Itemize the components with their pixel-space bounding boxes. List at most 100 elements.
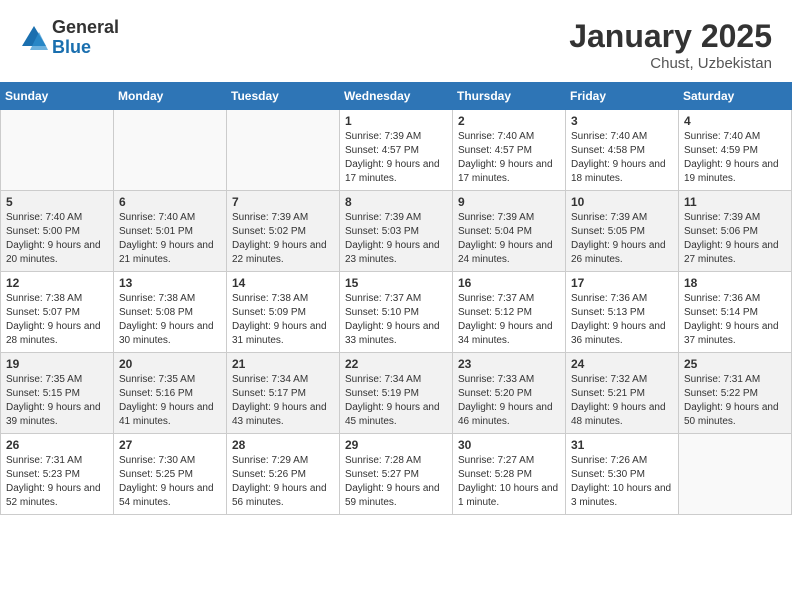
calendar-day-cell: 31 Sunrise: 7:26 AM Sunset: 5:30 PM Dayl… bbox=[566, 434, 679, 515]
sunset-label: Sunset: 5:30 PM bbox=[571, 469, 645, 480]
calendar-day-cell: 18 Sunrise: 7:36 AM Sunset: 5:14 PM Dayl… bbox=[679, 272, 792, 353]
sunset-label: Sunset: 4:57 PM bbox=[345, 145, 419, 156]
sunrise-label: Sunrise: 7:37 AM bbox=[345, 293, 421, 304]
day-number: 22 bbox=[345, 357, 447, 371]
calendar-day-cell: 26 Sunrise: 7:31 AM Sunset: 5:23 PM Dayl… bbox=[1, 434, 114, 515]
day-number: 13 bbox=[119, 276, 221, 290]
sunrise-label: Sunrise: 7:38 AM bbox=[119, 293, 195, 304]
calendar-day-cell: 19 Sunrise: 7:35 AM Sunset: 5:15 PM Dayl… bbox=[1, 353, 114, 434]
day-info: Sunrise: 7:39 AM Sunset: 5:05 PM Dayligh… bbox=[571, 211, 673, 267]
day-info: Sunrise: 7:34 AM Sunset: 5:19 PM Dayligh… bbox=[345, 373, 447, 429]
sunrise-label: Sunrise: 7:40 AM bbox=[6, 212, 82, 223]
calendar-day-cell: 4 Sunrise: 7:40 AM Sunset: 4:59 PM Dayli… bbox=[679, 110, 792, 191]
day-info: Sunrise: 7:36 AM Sunset: 5:13 PM Dayligh… bbox=[571, 292, 673, 348]
sunset-label: Sunset: 5:09 PM bbox=[232, 307, 306, 318]
sunrise-label: Sunrise: 7:39 AM bbox=[458, 212, 534, 223]
day-info: Sunrise: 7:39 AM Sunset: 5:03 PM Dayligh… bbox=[345, 211, 447, 267]
sunrise-label: Sunrise: 7:39 AM bbox=[345, 131, 421, 142]
calendar-day-cell: 17 Sunrise: 7:36 AM Sunset: 5:13 PM Dayl… bbox=[566, 272, 679, 353]
sunrise-label: Sunrise: 7:39 AM bbox=[684, 212, 760, 223]
daylight-label: Daylight: 9 hours and 28 minutes. bbox=[6, 321, 101, 346]
sunrise-label: Sunrise: 7:39 AM bbox=[232, 212, 308, 223]
day-info: Sunrise: 7:35 AM Sunset: 5:16 PM Dayligh… bbox=[119, 373, 221, 429]
day-number: 23 bbox=[458, 357, 560, 371]
day-number: 18 bbox=[684, 276, 786, 290]
sunset-label: Sunset: 5:19 PM bbox=[345, 388, 419, 399]
daylight-label: Daylight: 9 hours and 36 minutes. bbox=[571, 321, 666, 346]
daylight-label: Daylight: 9 hours and 52 minutes. bbox=[6, 483, 101, 508]
calendar-day-cell: 29 Sunrise: 7:28 AM Sunset: 5:27 PM Dayl… bbox=[340, 434, 453, 515]
calendar-day-cell: 7 Sunrise: 7:39 AM Sunset: 5:02 PM Dayli… bbox=[227, 191, 340, 272]
calendar-day-cell: 24 Sunrise: 7:32 AM Sunset: 5:21 PM Dayl… bbox=[566, 353, 679, 434]
calendar-day-cell: 28 Sunrise: 7:29 AM Sunset: 5:26 PM Dayl… bbox=[227, 434, 340, 515]
daylight-label: Daylight: 9 hours and 46 minutes. bbox=[458, 402, 553, 427]
logo-text: General Blue bbox=[52, 18, 119, 58]
daylight-label: Daylight: 9 hours and 48 minutes. bbox=[571, 402, 666, 427]
sunrise-label: Sunrise: 7:40 AM bbox=[571, 131, 647, 142]
sunset-label: Sunset: 5:28 PM bbox=[458, 469, 532, 480]
calendar-day-cell: 9 Sunrise: 7:39 AM Sunset: 5:04 PM Dayli… bbox=[453, 191, 566, 272]
daylight-label: Daylight: 9 hours and 39 minutes. bbox=[6, 402, 101, 427]
sunset-label: Sunset: 5:21 PM bbox=[571, 388, 645, 399]
sunset-label: Sunset: 5:12 PM bbox=[458, 307, 532, 318]
day-number: 6 bbox=[119, 195, 221, 209]
day-info: Sunrise: 7:40 AM Sunset: 4:59 PM Dayligh… bbox=[684, 130, 786, 186]
calendar-day-cell: 15 Sunrise: 7:37 AM Sunset: 5:10 PM Dayl… bbox=[340, 272, 453, 353]
sunrise-label: Sunrise: 7:40 AM bbox=[458, 131, 534, 142]
header: General Blue January 2025 Chust, Uzbekis… bbox=[0, 0, 792, 82]
calendar-day-cell: 23 Sunrise: 7:33 AM Sunset: 5:20 PM Dayl… bbox=[453, 353, 566, 434]
weekday-header-monday: Monday bbox=[114, 83, 227, 110]
day-info: Sunrise: 7:37 AM Sunset: 5:10 PM Dayligh… bbox=[345, 292, 447, 348]
daylight-label: Daylight: 9 hours and 54 minutes. bbox=[119, 483, 214, 508]
day-info: Sunrise: 7:34 AM Sunset: 5:17 PM Dayligh… bbox=[232, 373, 334, 429]
sunset-label: Sunset: 5:27 PM bbox=[345, 469, 419, 480]
day-number: 14 bbox=[232, 276, 334, 290]
daylight-label: Daylight: 9 hours and 17 minutes. bbox=[345, 159, 440, 184]
day-info: Sunrise: 7:40 AM Sunset: 5:01 PM Dayligh… bbox=[119, 211, 221, 267]
calendar-day-cell: 21 Sunrise: 7:34 AM Sunset: 5:17 PM Dayl… bbox=[227, 353, 340, 434]
day-number: 29 bbox=[345, 438, 447, 452]
sunrise-label: Sunrise: 7:29 AM bbox=[232, 455, 308, 466]
daylight-label: Daylight: 9 hours and 33 minutes. bbox=[345, 321, 440, 346]
sunrise-label: Sunrise: 7:36 AM bbox=[571, 293, 647, 304]
day-info: Sunrise: 7:39 AM Sunset: 5:02 PM Dayligh… bbox=[232, 211, 334, 267]
sunrise-label: Sunrise: 7:28 AM bbox=[345, 455, 421, 466]
day-info: Sunrise: 7:30 AM Sunset: 5:25 PM Dayligh… bbox=[119, 454, 221, 510]
day-info: Sunrise: 7:26 AM Sunset: 5:30 PM Dayligh… bbox=[571, 454, 673, 510]
day-info: Sunrise: 7:32 AM Sunset: 5:21 PM Dayligh… bbox=[571, 373, 673, 429]
sunset-label: Sunset: 5:20 PM bbox=[458, 388, 532, 399]
sunrise-label: Sunrise: 7:32 AM bbox=[571, 374, 647, 385]
sunset-label: Sunset: 4:59 PM bbox=[684, 145, 758, 156]
calendar-table: SundayMondayTuesdayWednesdayThursdayFrid… bbox=[0, 82, 792, 515]
sunset-label: Sunset: 5:10 PM bbox=[345, 307, 419, 318]
sunset-label: Sunset: 4:57 PM bbox=[458, 145, 532, 156]
logo-icon bbox=[20, 24, 48, 52]
calendar-day-cell bbox=[227, 110, 340, 191]
calendar-day-cell: 5 Sunrise: 7:40 AM Sunset: 5:00 PM Dayli… bbox=[1, 191, 114, 272]
day-number: 10 bbox=[571, 195, 673, 209]
day-number: 1 bbox=[345, 114, 447, 128]
day-info: Sunrise: 7:28 AM Sunset: 5:27 PM Dayligh… bbox=[345, 454, 447, 510]
sunset-label: Sunset: 5:23 PM bbox=[6, 469, 80, 480]
daylight-label: Daylight: 9 hours and 18 minutes. bbox=[571, 159, 666, 184]
daylight-label: Daylight: 9 hours and 56 minutes. bbox=[232, 483, 327, 508]
weekday-header-thursday: Thursday bbox=[453, 83, 566, 110]
calendar-week-row: 19 Sunrise: 7:35 AM Sunset: 5:15 PM Dayl… bbox=[1, 353, 792, 434]
title-block: January 2025 Chust, Uzbekistan bbox=[569, 18, 772, 72]
day-number: 25 bbox=[684, 357, 786, 371]
daylight-label: Daylight: 9 hours and 26 minutes. bbox=[571, 240, 666, 265]
weekday-header-saturday: Saturday bbox=[679, 83, 792, 110]
day-info: Sunrise: 7:38 AM Sunset: 5:08 PM Dayligh… bbox=[119, 292, 221, 348]
weekday-header-tuesday: Tuesday bbox=[227, 83, 340, 110]
sunrise-label: Sunrise: 7:30 AM bbox=[119, 455, 195, 466]
day-info: Sunrise: 7:40 AM Sunset: 4:57 PM Dayligh… bbox=[458, 130, 560, 186]
sunset-label: Sunset: 5:04 PM bbox=[458, 226, 532, 237]
day-info: Sunrise: 7:38 AM Sunset: 5:09 PM Dayligh… bbox=[232, 292, 334, 348]
calendar-day-cell bbox=[114, 110, 227, 191]
weekday-header-wednesday: Wednesday bbox=[340, 83, 453, 110]
calendar-day-cell: 20 Sunrise: 7:35 AM Sunset: 5:16 PM Dayl… bbox=[114, 353, 227, 434]
daylight-label: Daylight: 9 hours and 31 minutes. bbox=[232, 321, 327, 346]
day-number: 30 bbox=[458, 438, 560, 452]
day-number: 5 bbox=[6, 195, 108, 209]
day-info: Sunrise: 7:35 AM Sunset: 5:15 PM Dayligh… bbox=[6, 373, 108, 429]
